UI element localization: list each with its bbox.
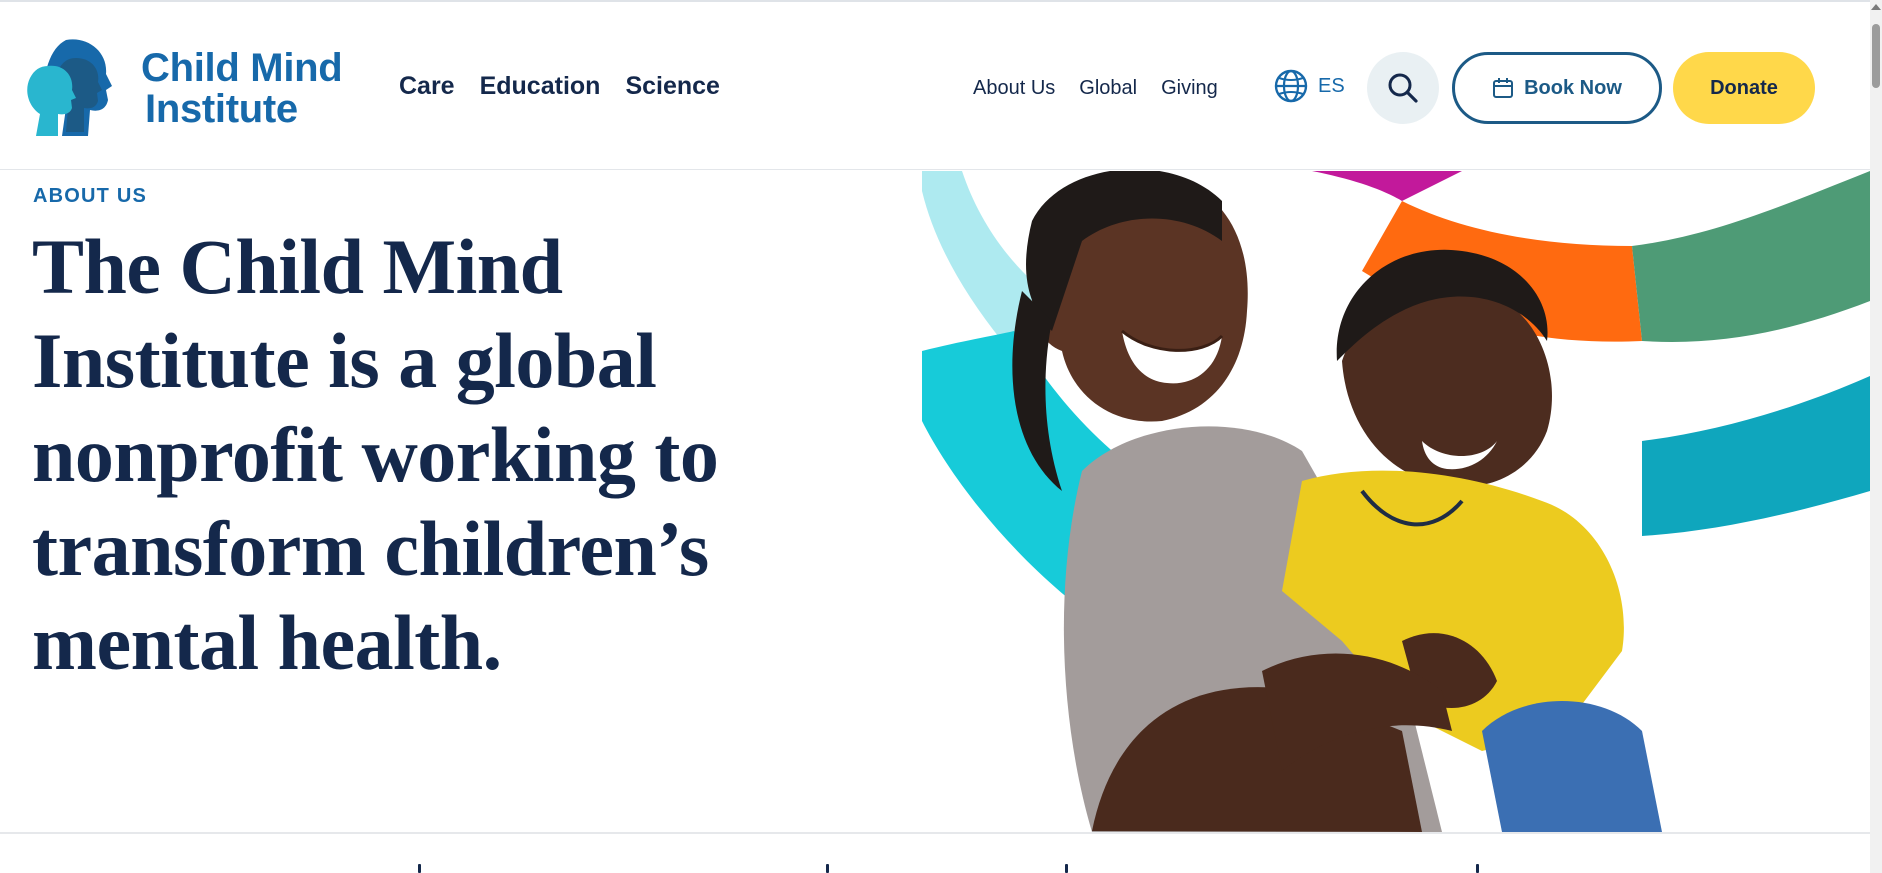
donate-label: Donate bbox=[1710, 76, 1778, 99]
section-divider bbox=[0, 832, 1870, 834]
father-and-son-photo bbox=[922, 171, 1870, 832]
donate-button[interactable]: Donate bbox=[1673, 52, 1815, 124]
logo-wordmark: Child Mind Institute bbox=[141, 46, 343, 131]
headline-line: mental health. bbox=[32, 599, 502, 686]
logo-line-2: Institute bbox=[145, 87, 298, 131]
scrollbar[interactable] bbox=[1870, 0, 1882, 873]
eyebrow-label: ABOUT US bbox=[33, 185, 148, 207]
search-icon bbox=[1388, 73, 1418, 103]
headline-line: Institute is a global bbox=[32, 317, 657, 404]
logo-line-1: Child Mind bbox=[141, 46, 343, 90]
nav-science[interactable]: Science bbox=[625, 72, 720, 101]
headline-line: transform children’s bbox=[32, 505, 709, 592]
nav-about-us[interactable]: About Us bbox=[973, 77, 1055, 100]
main-nav: Care Education Science bbox=[399, 72, 720, 101]
nav-education[interactable]: Education bbox=[480, 72, 601, 101]
language-label: ES bbox=[1318, 74, 1345, 97]
peek-mark bbox=[418, 864, 421, 873]
scroll-up-arrow-icon[interactable] bbox=[1871, 4, 1881, 10]
search-button[interactable] bbox=[1367, 52, 1439, 124]
peek-mark bbox=[1065, 864, 1068, 873]
nav-global[interactable]: Global bbox=[1079, 77, 1137, 100]
page-title: The Child Mind Institute is a global non… bbox=[32, 220, 792, 690]
peek-mark bbox=[1476, 864, 1479, 873]
scrollbar-thumb[interactable] bbox=[1872, 24, 1880, 88]
book-now-label: Book Now bbox=[1524, 76, 1622, 99]
next-section-peek bbox=[0, 860, 1870, 873]
peek-mark bbox=[826, 864, 829, 873]
site-logo[interactable]: Child Mind Institute bbox=[26, 38, 366, 138]
utility-nav: About Us Global Giving bbox=[973, 77, 1218, 100]
book-now-button[interactable]: Book Now bbox=[1452, 52, 1662, 124]
hero-image bbox=[922, 171, 1870, 832]
nav-care[interactable]: Care bbox=[399, 72, 455, 101]
logo-heads-icon bbox=[27, 39, 112, 136]
calendar-icon bbox=[1493, 78, 1514, 98]
site-header: Child Mind Institute Care Education Scie… bbox=[0, 2, 1870, 170]
headline-line: The Child Mind bbox=[32, 223, 563, 310]
nav-giving[interactable]: Giving bbox=[1161, 77, 1218, 100]
headline-line: nonprofit working to bbox=[32, 411, 719, 498]
language-switcher[interactable]: ES bbox=[1274, 69, 1345, 103]
globe-icon bbox=[1274, 69, 1308, 103]
